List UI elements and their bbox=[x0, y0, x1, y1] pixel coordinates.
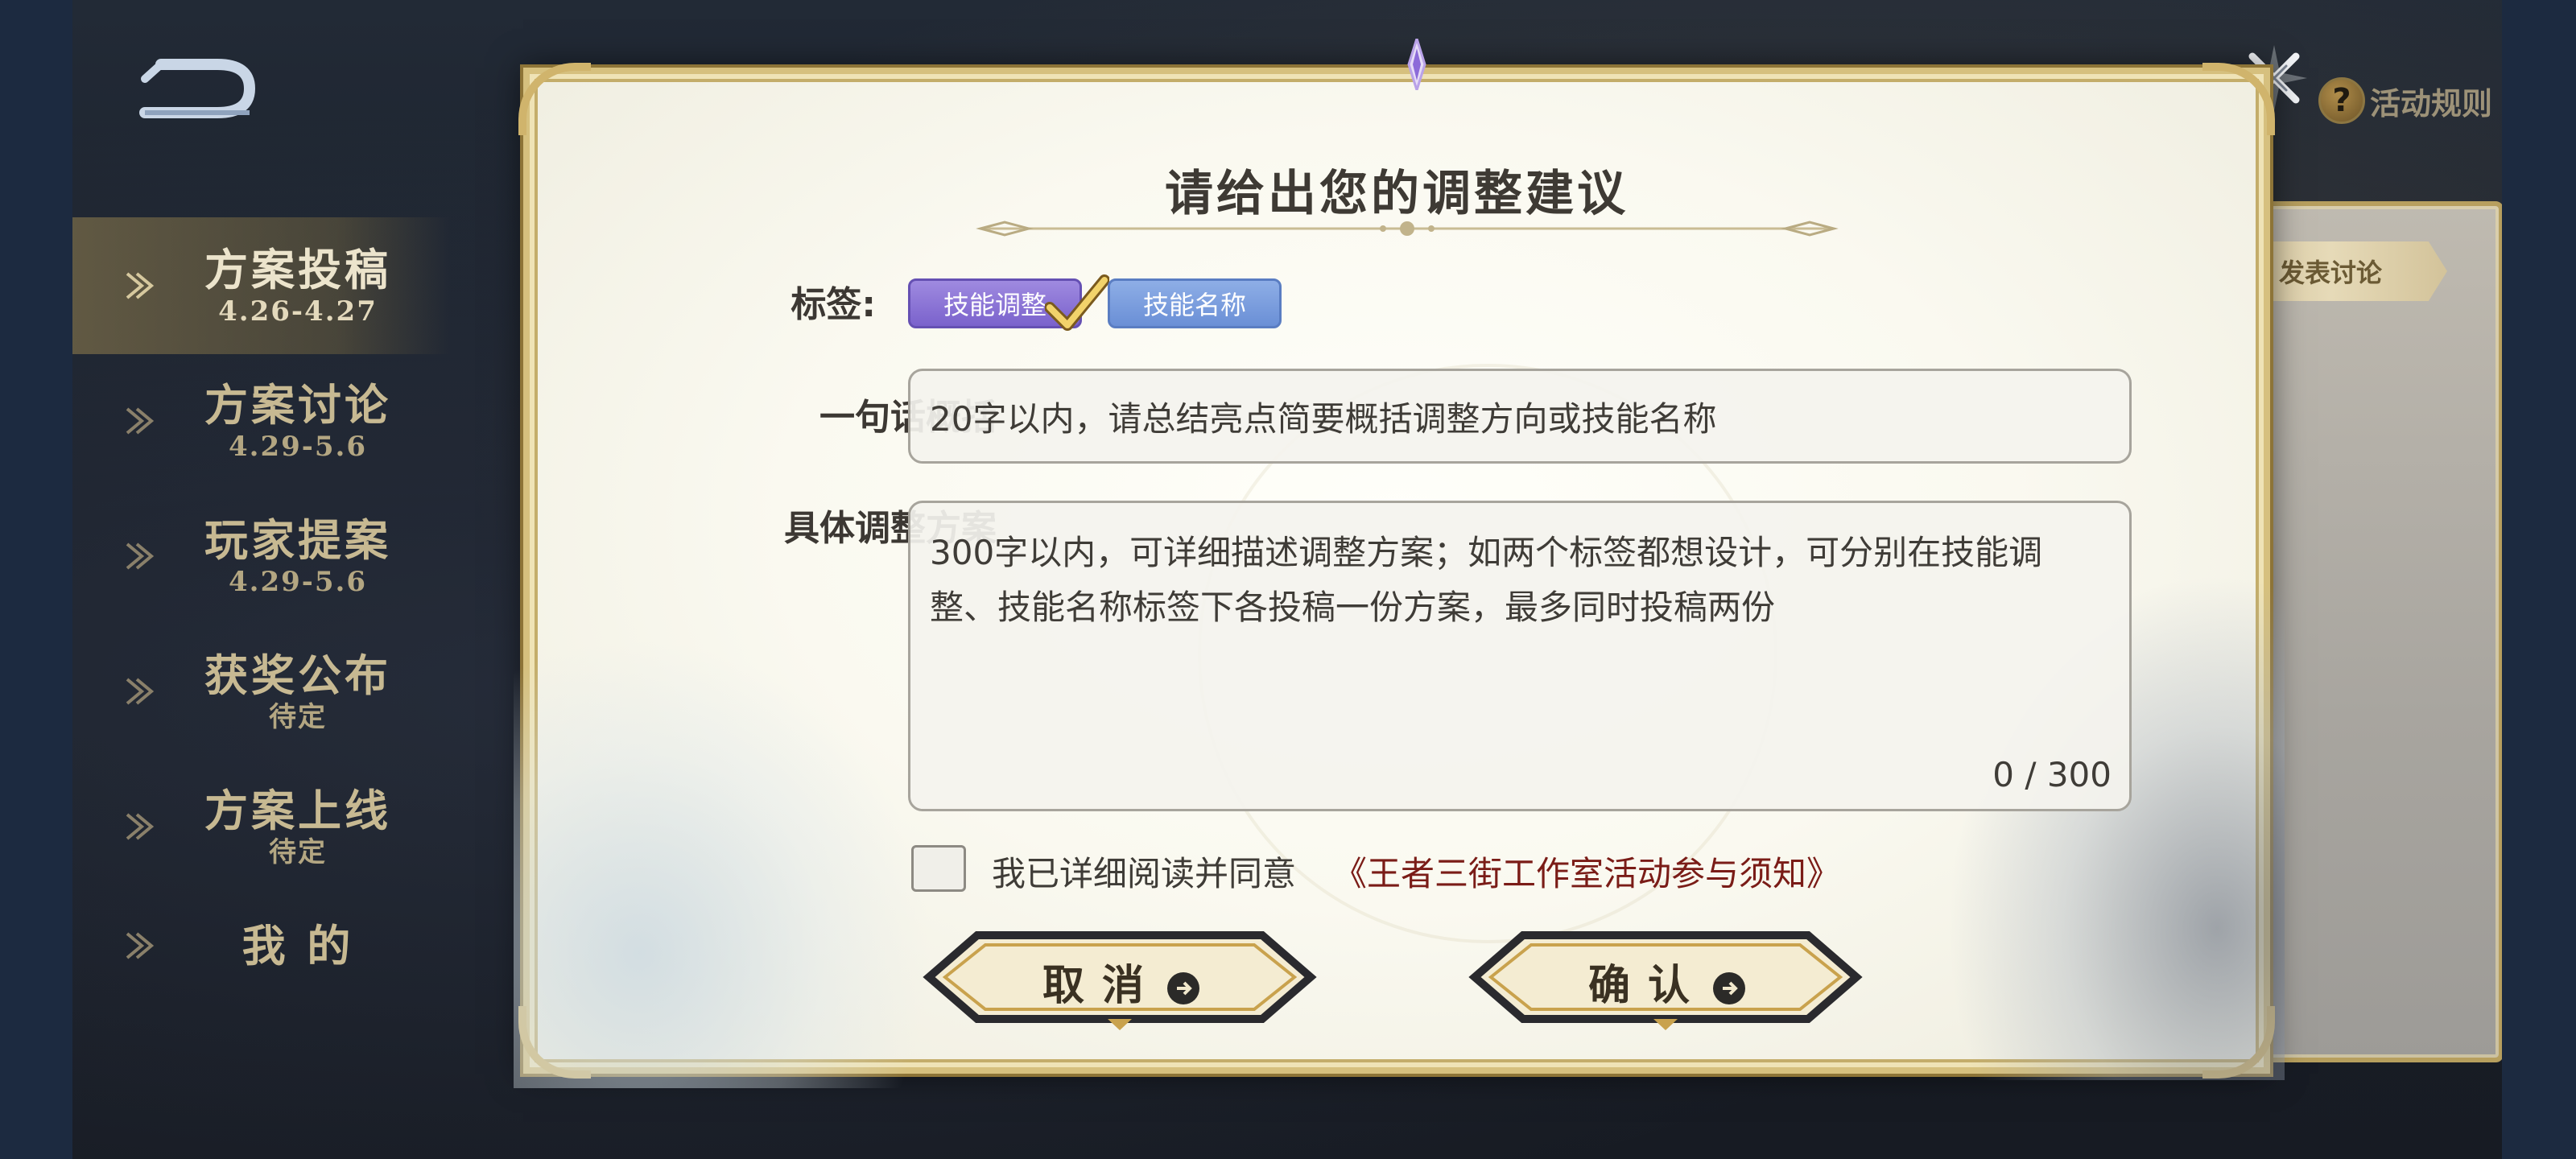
arrow-right-circle-icon bbox=[1713, 972, 1745, 1004]
nav-arrow-icon bbox=[126, 407, 155, 435]
sidebar-item-date: 4.26-4.27 bbox=[218, 295, 378, 328]
rules-link[interactable]: ? 活动规则 bbox=[2318, 72, 2492, 129]
tag-skill-name[interactable]: 技能名称 bbox=[1108, 278, 1282, 328]
game-viewport: 方案投稿 4.26-4.27 方案讨论 4.29-5.6 玩家提案 4.29-5… bbox=[72, 0, 2502, 1159]
agree-text: 我已详细阅读并同意 bbox=[992, 854, 1297, 893]
sidebar-item-title: 方案上线 bbox=[204, 785, 391, 836]
cancel-button[interactable]: 取消 bbox=[921, 929, 1319, 1033]
sidebar-item-launch[interactable]: 方案上线 待定 bbox=[72, 758, 451, 895]
sidebar-item-title: 方案投稿 bbox=[204, 244, 391, 295]
checkmark-icon bbox=[1045, 274, 1109, 331]
gem-icon bbox=[1407, 39, 1426, 90]
nav-arrow-icon bbox=[126, 932, 155, 959]
corner-ornament bbox=[518, 1006, 591, 1079]
help-icon: ? bbox=[2318, 77, 2365, 124]
nav-arrow-icon bbox=[126, 542, 155, 570]
sidebar-item-title: 玩家提案 bbox=[204, 514, 391, 566]
corner-ornament bbox=[2202, 1006, 2275, 1079]
sidebar-item-awards[interactable]: 获奖公布 待定 bbox=[72, 623, 451, 760]
sidebar-item-title: 获奖公布 bbox=[204, 650, 391, 701]
arrow-right-circle-icon bbox=[1167, 972, 1199, 1004]
detail-placeholder: 300字以内，可详细描述调整方案；如两个标签都想设计，可分别在技能调整、技能名称… bbox=[930, 533, 2043, 627]
summary-input[interactable]: 20字以内，请总结亮点简要概括调整方向或技能名称 bbox=[908, 369, 2132, 464]
suggestion-dialog: 请给出您的调整建议 标签: 技能调整 技能名称 一句话概括 20字以内，请总结亮… bbox=[514, 39, 2285, 1088]
nav-arrow-icon bbox=[126, 678, 155, 705]
sidebar-item-mine[interactable]: 我 的 bbox=[72, 877, 451, 1014]
sidebar-item-discussion[interactable]: 方案讨论 4.29-5.6 bbox=[72, 353, 451, 489]
terms-link[interactable]: 《王者三街工作室活动参与须知》 bbox=[1333, 847, 1840, 896]
confirm-label: 确认 bbox=[1587, 961, 1707, 1010]
detail-textarea[interactable]: 300字以内，可详细描述调整方案；如两个标签都想设计，可分别在技能调整、技能名称… bbox=[908, 501, 2132, 811]
confirm-button[interactable]: 确认 bbox=[1467, 929, 1864, 1033]
sidebar-item-submission[interactable]: 方案投稿 4.26-4.27 bbox=[72, 217, 451, 354]
rules-label: 活动规则 bbox=[2370, 85, 2493, 122]
sidebar-item-date: 4.29-5.6 bbox=[228, 566, 368, 598]
corner-ornament bbox=[2202, 63, 2275, 135]
back-button[interactable] bbox=[129, 40, 258, 129]
corner-ornament bbox=[518, 63, 591, 135]
nav-arrow-icon bbox=[126, 813, 155, 840]
char-counter: 0 / 300 bbox=[1992, 755, 2112, 794]
sidebar-item-date: 待定 bbox=[269, 701, 327, 733]
cancel-label: 取消 bbox=[1042, 961, 1162, 1010]
nav-arrow-icon bbox=[126, 272, 155, 299]
agree-checkbox[interactable] bbox=[911, 845, 966, 892]
tags-label: 标签: bbox=[791, 284, 876, 325]
sidebar-item-title: 我 的 bbox=[242, 920, 354, 971]
title-divider bbox=[976, 221, 1839, 237]
phase-sidebar: 方案投稿 4.26-4.27 方案讨论 4.29-5.6 玩家提案 4.29-5… bbox=[72, 217, 451, 1022]
sidebar-item-player-proposal[interactable]: 玩家提案 4.29-5.6 bbox=[72, 488, 451, 625]
sidebar-item-date: 待定 bbox=[269, 836, 327, 868]
sidebar-item-date: 4.29-5.6 bbox=[228, 431, 368, 463]
back-arrow-icon bbox=[139, 59, 256, 118]
sidebar-item-title: 方案讨论 bbox=[204, 379, 391, 431]
